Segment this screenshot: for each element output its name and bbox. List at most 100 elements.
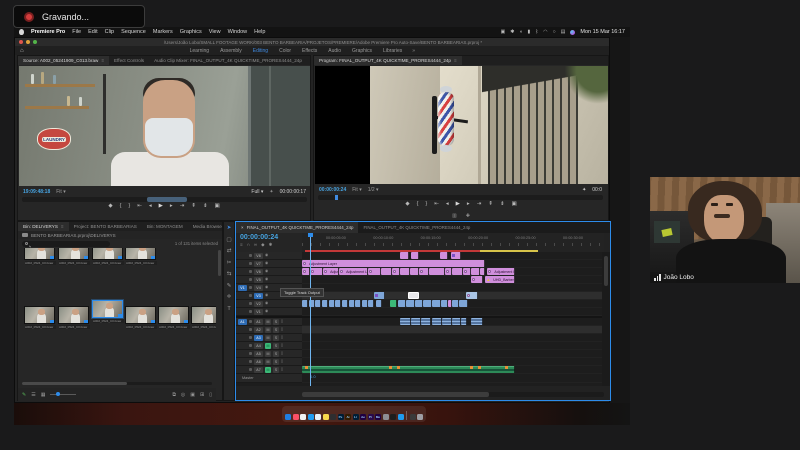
dock-lightroom-icon[interactable]: Lr <box>353 414 359 420</box>
go-to-out-button[interactable]: ⇥ <box>477 202 482 208</box>
solo-button-a1[interactable]: S <box>273 319 279 325</box>
clip-thumbnail-8[interactable]: A002_0524_C0.braw <box>158 306 189 324</box>
track-lane-v1[interactable] <box>302 308 604 316</box>
keyboard-icon[interactable]: ✱ <box>510 30 514 35</box>
track-number-a3[interactable]: A3 <box>254 335 263 341</box>
source-patch-v8[interactable] <box>238 253 247 259</box>
voiceover-record-icon[interactable]: ▯ <box>281 360 283 364</box>
wifi-icon[interactable]: ◠ <box>543 30 547 35</box>
clip-v3-0[interactable] <box>374 292 385 299</box>
timeline-timecode[interactable]: 00:00:00:24 <box>236 233 302 241</box>
clip-a1-6[interactable] <box>461 318 467 325</box>
clip-v2-16[interactable] <box>423 300 431 307</box>
track-lock-icon[interactable] <box>249 336 252 339</box>
clip-v2-12[interactable] <box>390 300 397 307</box>
home-icon[interactable]: ⌂ <box>20 48 24 54</box>
overwrite-button[interactable]: ⇟ <box>500 202 505 208</box>
clip-thumbnail-4[interactable]: A002_0524_C0.braw <box>24 306 55 324</box>
voiceover-record-icon[interactable]: ▯ <box>281 352 283 356</box>
track-lane-v2[interactable] <box>302 300 604 308</box>
program-video-viewer[interactable] <box>315 66 608 184</box>
clip-thumbnail-0[interactable]: A002_0524_C0.braw <box>24 248 55 260</box>
clip-v2-3[interactable] <box>322 300 328 307</box>
solo-button-a4[interactable]: S <box>273 343 279 349</box>
track-lock-icon[interactable] <box>249 310 252 313</box>
clip-v2-5[interactable] <box>335 300 341 307</box>
source-settings-icon[interactable]: ✦ <box>269 189 273 195</box>
clip-v6-5[interactable] <box>381 268 392 275</box>
solo-button-a2[interactable]: S <box>273 327 279 333</box>
track-lock-icon[interactable] <box>249 302 252 305</box>
apple-menu-icon[interactable] <box>19 29 24 35</box>
source-video-viewer[interactable]: LAUNDRY <box>19 66 310 186</box>
track-header-v1[interactable]: V1◉ <box>236 308 302 316</box>
track-lock-icon[interactable] <box>249 286 252 289</box>
mute-button-a3[interactable]: M <box>265 335 271 341</box>
track-lane-v4[interactable] <box>302 284 604 292</box>
source-patch-v2[interactable] <box>238 301 247 307</box>
dock-terminal-icon[interactable] <box>390 414 396 420</box>
clip-a1-7[interactable] <box>471 318 483 325</box>
clip-v6-6[interactable] <box>392 268 400 275</box>
step-forward-button[interactable]: ▸ <box>170 204 173 210</box>
dock-trash-icon[interactable] <box>417 414 423 420</box>
comparison-view-button[interactable]: ▥ <box>452 214 457 219</box>
clip-v8-0[interactable] <box>400 252 408 259</box>
track-number-v3[interactable]: V3 <box>254 293 263 299</box>
step-forward-button[interactable]: ▸ <box>467 202 470 208</box>
dock-photos-icon[interactable] <box>300 414 306 420</box>
menu-item-window[interactable]: Window <box>228 29 248 35</box>
source-panel-tab-0[interactable]: Source: A002_05241909_C013.braw≡ <box>18 56 109 65</box>
delete-button[interactable]: ▯ <box>209 392 212 398</box>
track-number-v8[interactable]: V8 <box>254 253 263 259</box>
clip-v2-10[interactable] <box>368 300 374 307</box>
track-lane-v8[interactable] <box>302 252 604 260</box>
toggle-track-output-icon[interactable]: ◉ <box>265 286 268 290</box>
track-number-v1[interactable]: V1 <box>254 309 263 315</box>
source-zoom-select[interactable]: Fit ▾ <box>56 189 65 195</box>
step-back-button[interactable]: ◂ <box>446 202 449 208</box>
track-lane-a4[interactable] <box>302 342 604 350</box>
voiceover-record-icon[interactable]: ▯ <box>281 368 283 372</box>
source-patch-a1[interactable]: A1 <box>238 319 247 325</box>
spotlight-icon[interactable]: ○ <box>553 30 556 35</box>
control-center-icon[interactable]: ▤ <box>561 30 566 35</box>
insert-button[interactable]: ⇞ <box>191 204 196 210</box>
automate-to-sequence-button[interactable]: ⧉ <box>172 392 176 398</box>
workspace-tab-assembly[interactable]: Assembly <box>220 48 242 54</box>
project-panel-tab-0[interactable]: Bin: DELIVERYS≡ <box>18 222 69 231</box>
program-playhead-marker[interactable] <box>335 195 338 200</box>
volume-icon[interactable]: ◖ <box>519 30 522 35</box>
track-lock-icon[interactable] <box>249 278 252 281</box>
menu-item-markers[interactable]: Markers <box>153 29 173 35</box>
clip-v2-9[interactable] <box>362 300 368 307</box>
overwrite-button[interactable]: ⇟ <box>203 204 208 210</box>
new-bin-button[interactable]: ▣ <box>190 392 195 398</box>
toggle-track-output-icon[interactable]: ◉ <box>265 278 268 282</box>
clip-v3-2[interactable] <box>466 292 477 299</box>
source-patch-v6[interactable] <box>238 269 247 275</box>
clip-v7-0[interactable]: Adjustment Layer <box>302 260 485 267</box>
clip-v2-15[interactable] <box>415 300 424 307</box>
workspace-tab-graphics[interactable]: Graphics <box>352 48 372 54</box>
clip-v6-4[interactable] <box>368 268 382 275</box>
clip-v6-15[interactable] <box>480 268 485 275</box>
track-lane-v6[interactable]: AdjustmentAdjustment LayerAdjustment L <box>302 268 604 276</box>
clip-v6-7[interactable] <box>400 268 410 275</box>
voiceover-record-icon[interactable]: ▯ <box>281 320 283 324</box>
toggle-track-output-icon[interactable]: ◉ <box>265 254 268 258</box>
track-number-a4[interactable]: A4 <box>254 343 263 349</box>
track-number-v7[interactable]: V7 <box>254 261 263 267</box>
dock-system-preferences-icon[interactable] <box>383 414 389 420</box>
mute-button-a6[interactable]: M <box>265 359 271 365</box>
track-header-master[interactable]: Master <box>236 374 302 383</box>
menu-item-graphics[interactable]: Graphics <box>180 29 202 35</box>
clip-v6-11[interactable] <box>445 268 452 275</box>
track-lock-icon[interactable] <box>249 320 252 323</box>
track-number-v4[interactable]: V4 <box>254 285 263 291</box>
track-lock-icon[interactable] <box>249 254 252 257</box>
track-lock-icon[interactable] <box>249 328 252 331</box>
recording-indicator[interactable]: Gravando... <box>13 5 145 28</box>
dock-photoshop-icon[interactable]: Ps <box>338 414 344 420</box>
icon-view-button[interactable]: ▦ <box>41 392 46 398</box>
